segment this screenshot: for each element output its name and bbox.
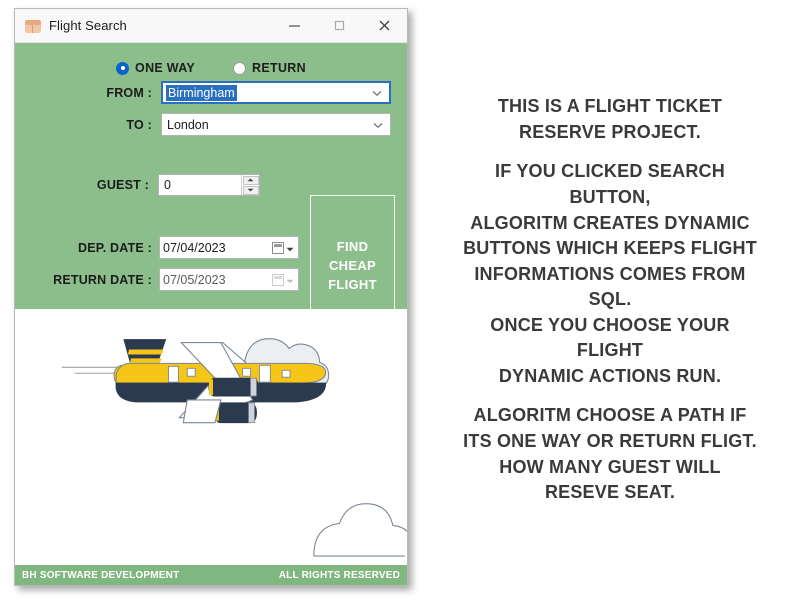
window-title: Flight Search [49,18,127,33]
return-date-label: RETURN DATE : [53,272,152,287]
description-line: ITS ONE WAY OR RETURN FLIGT. [463,430,757,451]
calendar-icon [272,273,284,286]
footer-right-text: ALL RIGHTS RESERVED [278,569,400,581]
description-line: BUTTONS WHICH KEEPS FLIGHT [463,238,757,259]
find-button-line1: FIND [336,239,369,255]
guest-row: GUEST : 0 [83,174,283,196]
maximize-icon [334,20,345,31]
dep-date-row: DEP. DATE : 07/04/2023 [62,236,302,259]
title-bar: Flight Search [15,9,407,43]
to-value: London [167,117,209,132]
window-controls [272,9,407,42]
description-line: RESEVE SEAT. [544,482,676,503]
radio-return-label: RETURN [252,61,306,75]
dep-date-label: DEP. DATE : [78,240,152,255]
chevron-down-icon [373,116,383,134]
guest-stepper[interactable]: 0 [158,174,260,196]
return-date-value: 07/05/2023 [163,272,226,287]
close-icon [379,20,390,31]
spinner-down-icon [247,188,254,192]
guest-label: GUEST : [96,178,149,192]
return-date-row: RETURN DATE : 07/05/2023 [38,268,302,291]
dep-date-value: 07/04/2023 [163,240,226,255]
radio-return[interactable]: RETURN [233,61,306,75]
description-panel: THIS IS A FLIGHT TICKET RESERVE PROJECT. I… [420,0,800,600]
description-line: DYNAMIC ACTIONS RUN. [498,365,722,386]
guest-spinner[interactable] [241,175,259,195]
radio-one-way-label: ONE WAY [135,61,196,75]
to-label: TO : [126,117,152,132]
trip-type-group: ONE WAY RETURN [15,61,407,75]
description-line: ALGORITM CREATES DYNAMIC [470,212,750,233]
description-line: BUTTON, [569,187,651,208]
dep-date-dropdown[interactable] [272,239,294,257]
footer-bar: BH SOFTWARE DEVELOPMENT ALL RIGHTS RESER… [15,565,407,585]
spinner-down-button[interactable] [242,185,259,195]
form-panel: ONE WAY RETURN FROM : Birmingham TO : Lo… [15,43,407,338]
to-combobox[interactable]: London [161,113,391,136]
description-line: FLIGHT [576,340,644,361]
guest-value: 0 [164,178,171,192]
close-button[interactable] [362,9,407,42]
from-combobox[interactable]: Birmingham [161,81,391,104]
description-line: THIS IS A FLIGHT TICKET [497,96,723,117]
from-label: FROM : [106,85,152,100]
app-icon [25,18,41,34]
return-date-picker[interactable]: 07/05/2023 [159,268,299,291]
flight-search-window: Flight Search ONE WAY RETURN FROM: Birm… [14,8,408,586]
maximize-button[interactable] [317,9,362,42]
dep-date-picker[interactable]: 07/04/2023 [159,236,299,259]
radio-one-way-icon [116,61,130,75]
description-line: ALGORITM CHOOSE A PATH IF [473,405,747,426]
spinner-up-button[interactable] [242,175,259,185]
radio-return-icon [233,61,247,75]
description-line: IF YOU CLICKED SEARCH [495,161,725,182]
calendar-icon [272,241,284,254]
description-line: HOW MANY GUEST WILL [499,456,721,477]
radio-one-way[interactable]: ONE WAY [116,61,195,75]
find-button-line2: CHEAP [328,258,376,274]
description-line: ONCE YOU CHOOSE YOUR [490,314,730,335]
spinner-up-icon [247,178,254,182]
from-value: Birmingham [166,84,237,101]
footer-left-text: BH SOFTWARE DEVELOPMENT [22,569,180,581]
chevron-down-icon [286,239,294,257]
airplane-illustration [15,309,407,565]
description-line: INFORMATIONS COMES FROM [474,263,746,284]
from-row: FROM : Birmingham [97,81,391,104]
chevron-down-icon [372,84,382,102]
airplane-illustration-svg [61,338,407,557]
chevron-down-icon [286,271,294,289]
find-button-line3: FLIGHT [328,276,377,292]
description-line: SQL. [588,289,632,310]
minimize-button[interactable] [272,9,317,42]
return-date-dropdown[interactable] [272,271,294,289]
description-line: RESERVE PROJECT. [519,121,701,142]
to-row: TO : London [97,113,391,136]
minimize-icon [289,25,300,27]
